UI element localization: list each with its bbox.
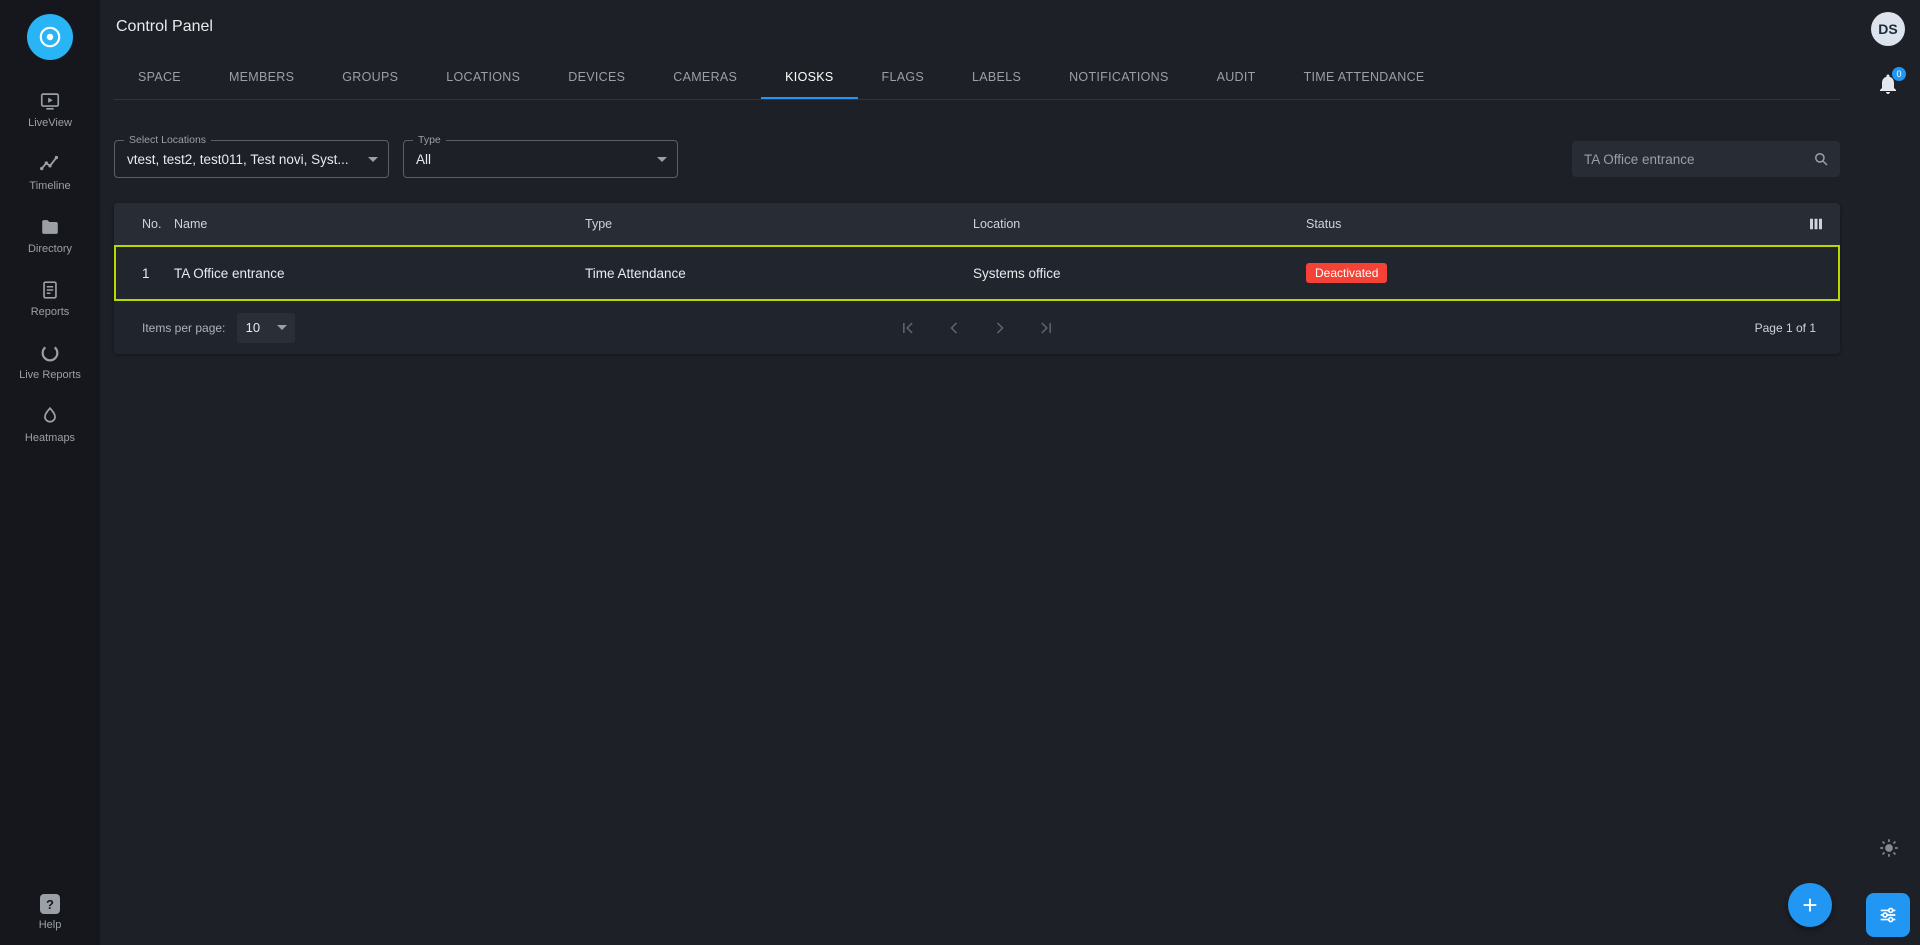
sidebar-item-live-reports[interactable]: Live Reports [2, 342, 98, 381]
column-header-location: Location [973, 217, 1306, 231]
column-header-status: Status [1306, 217, 1792, 231]
brightness-icon[interactable] [1878, 837, 1900, 859]
column-header-no: No. [142, 217, 174, 231]
topbar: Control Panel [114, 0, 1840, 54]
sidebar-item-label: Directory [28, 243, 72, 255]
paginator: Items per page: 10 [114, 300, 1840, 354]
table-row[interactable]: 1 TA Office entrance Time Attendance Sys… [114, 245, 1840, 300]
quick-settings-button[interactable] [1866, 893, 1910, 937]
tab-bar: SPACE MEMBERS GROUPS LOCATIONS DEVICES C… [114, 54, 1840, 100]
plus-icon: + [1802, 890, 1817, 921]
top-right-controls: DS 0 [1866, 12, 1910, 96]
tab-audit[interactable]: AUDIT [1193, 54, 1280, 99]
page-info: Page 1 of 1 [1755, 321, 1816, 335]
table-header-row: No. Name Type Location Status [114, 203, 1840, 245]
chevron-down-icon [277, 325, 287, 330]
app-logo-icon [37, 24, 63, 50]
type-select[interactable]: Type All [403, 140, 678, 178]
cell-no: 1 [142, 266, 174, 281]
tab-time-attendance[interactable]: TIME ATTENDANCE [1280, 54, 1449, 99]
tab-notifications[interactable]: NOTIFICATIONS [1045, 54, 1193, 99]
main-area: DS 0 Control Panel SPACE MEMBERS GROUPS … [100, 0, 1920, 945]
sidebar-item-reports[interactable]: Reports [2, 279, 98, 318]
app-logo[interactable] [27, 14, 73, 60]
sidebar-item-label: Reports [31, 306, 70, 318]
sidebar: LiveView Timeline Directory [0, 0, 100, 945]
locations-select-value: vtest, test2, test011, Test novi, Syst..… [127, 152, 360, 167]
page-buttons [898, 318, 1056, 338]
chevron-down-icon [657, 157, 667, 162]
prev-page-button[interactable] [944, 318, 964, 338]
add-kiosk-button[interactable]: + [1788, 883, 1832, 927]
content: Control Panel SPACE MEMBERS GROUPS LOCAT… [100, 0, 1920, 354]
sidebar-item-label: Help [39, 919, 62, 931]
sidebar-item-label: Live Reports [19, 369, 81, 381]
tune-icon [1877, 904, 1899, 926]
sidebar-item-help[interactable]: ? Help [2, 894, 98, 931]
cell-type: Time Attendance [585, 266, 973, 281]
heatmaps-icon [39, 405, 61, 427]
tab-cameras[interactable]: CAMERAS [649, 54, 761, 99]
notifications-button[interactable]: 0 [1876, 72, 1900, 96]
sidebar-nav: LiveView Timeline Directory [2, 90, 98, 444]
items-per-page-label: Items per page: [142, 321, 225, 335]
sidebar-item-timeline[interactable]: Timeline [2, 153, 98, 192]
sidebar-item-heatmaps[interactable]: Heatmaps [2, 405, 98, 444]
filter-bar: Select Locations vtest, test2, test011, … [114, 140, 1840, 178]
sidebar-item-label: LiveView [28, 117, 72, 129]
live-reports-icon [39, 342, 61, 364]
last-page-button[interactable] [1036, 318, 1056, 338]
timeline-icon [39, 153, 61, 175]
first-page-button[interactable] [898, 318, 918, 338]
liveview-icon [39, 90, 61, 112]
tab-flags[interactable]: FLAGS [858, 54, 949, 99]
items-per-page-value: 10 [246, 320, 260, 335]
search-icon[interactable] [1812, 150, 1830, 168]
directory-icon [39, 216, 61, 238]
page-title: Control Panel [116, 18, 213, 36]
tab-members[interactable]: MEMBERS [205, 54, 318, 99]
next-page-button[interactable] [990, 318, 1010, 338]
reports-icon [39, 279, 61, 301]
sidebar-item-directory[interactable]: Directory [2, 216, 98, 255]
tab-groups[interactable]: GROUPS [318, 54, 422, 99]
type-select-label: Type [413, 134, 446, 146]
column-header-name: Name [174, 217, 585, 231]
search-box [1572, 141, 1840, 177]
sidebar-item-label: Timeline [29, 180, 70, 192]
items-per-page-select[interactable]: 10 [237, 313, 295, 343]
tab-kiosks[interactable]: KIOSKS [761, 54, 857, 99]
help-icon: ? [40, 894, 60, 914]
notification-badge: 0 [1892, 67, 1906, 81]
kiosks-table: No. Name Type Location Status 1 TA Offic… [114, 203, 1840, 354]
cell-name: TA Office entrance [174, 266, 585, 281]
locations-select[interactable]: Select Locations vtest, test2, test011, … [114, 140, 389, 178]
sidebar-item-label: Heatmaps [25, 432, 75, 444]
cell-location: Systems office [973, 266, 1306, 281]
tab-devices[interactable]: DEVICES [544, 54, 649, 99]
avatar[interactable]: DS [1871, 12, 1905, 46]
search-input[interactable] [1584, 152, 1812, 167]
tab-locations[interactable]: LOCATIONS [422, 54, 544, 99]
tab-labels[interactable]: LABELS [948, 54, 1045, 99]
type-select-value: All [416, 152, 649, 167]
chevron-down-icon [368, 157, 378, 162]
column-header-type: Type [585, 217, 973, 231]
sidebar-item-liveview[interactable]: LiveView [2, 90, 98, 129]
column-picker-icon[interactable] [1807, 215, 1825, 233]
tab-space[interactable]: SPACE [114, 54, 205, 99]
locations-select-label: Select Locations [124, 134, 211, 146]
status-badge: Deactivated [1306, 263, 1387, 283]
